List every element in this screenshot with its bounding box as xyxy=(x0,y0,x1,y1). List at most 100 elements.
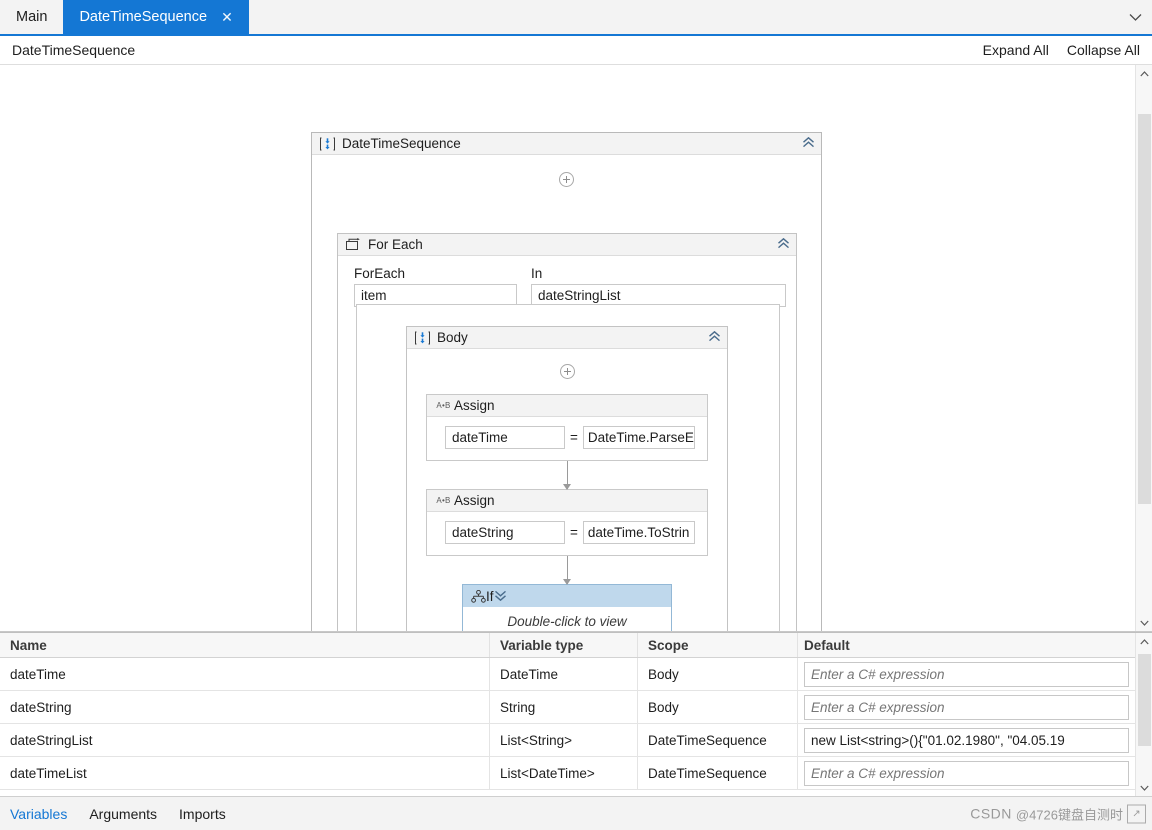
variable-type[interactable]: DateTime xyxy=(490,658,638,690)
scroll-up-icon[interactable] xyxy=(1136,65,1152,82)
scrollbar-thumb[interactable] xyxy=(1137,114,1151,504)
collapse-icon[interactable] xyxy=(802,136,815,151)
variable-default-cell: Enter a C# expression xyxy=(798,757,1135,789)
variables-vertical-scrollbar[interactable] xyxy=(1135,633,1152,796)
add-activity-row xyxy=(312,172,821,187)
foreach-icon xyxy=(346,238,361,251)
variable-default-input[interactable]: Enter a C# expression xyxy=(804,760,1129,786)
activity-title: For Each xyxy=(368,237,423,252)
bottom-panel-tabs: Variables Arguments Imports CSDN @4726键盘… xyxy=(0,796,1152,830)
grid-header-row: Name Variable type Scope Default xyxy=(0,633,1135,658)
variable-default-cell: new List<string>(){"01.02.1980", "04.05.… xyxy=(798,724,1135,756)
add-activity-icon[interactable] xyxy=(559,172,574,187)
variable-default-input[interactable]: Enter a C# expression xyxy=(804,661,1129,687)
scroll-down-icon[interactable] xyxy=(1136,614,1152,631)
if-icon xyxy=(471,589,486,603)
activity-title: Body xyxy=(437,330,468,345)
if-collapsed-hint[interactable]: Double-click to view xyxy=(463,607,671,631)
assign-value-input[interactable]: DateTime.ParseEx xyxy=(582,426,695,449)
column-header-scope[interactable]: Scope xyxy=(638,633,798,657)
assign-to-input[interactable]: dateString xyxy=(445,521,565,544)
activity-header[interactable]: A•B Assign xyxy=(427,395,707,417)
expand-all-button[interactable]: Expand All xyxy=(983,42,1049,58)
collapse-icon[interactable] xyxy=(777,237,790,252)
variable-default-input[interactable]: Enter a C# expression xyxy=(804,694,1129,720)
variable-type[interactable]: String xyxy=(490,691,638,723)
variable-scope[interactable]: Body xyxy=(638,691,798,723)
breadcrumb[interactable]: DateTimeSequence xyxy=(12,42,135,58)
foreach-item-field: ForEach item xyxy=(354,266,517,307)
activity-foreach[interactable]: For Each ForEach item In dateStringList … xyxy=(337,233,797,631)
scrollbar-track[interactable] xyxy=(1136,650,1152,779)
scroll-down-icon[interactable] xyxy=(1136,779,1152,796)
tab-strip: Main DateTimeSequence ✕ xyxy=(0,0,1152,36)
activity-title: Assign xyxy=(454,493,495,508)
foreach-body-container: Body A•B Assign dateTime = DateTime.Pars… xyxy=(356,304,780,631)
table-row[interactable]: dateTime DateTime Body Enter a C# expres… xyxy=(0,658,1135,691)
expand-icon[interactable] xyxy=(494,589,507,604)
activity-title: If xyxy=(486,588,494,604)
variable-name[interactable]: dateTimeList xyxy=(0,757,490,789)
activity-if[interactable]: If Double-click to view xyxy=(462,584,672,631)
variable-default-input[interactable]: new List<string>(){"01.02.1980", "04.05.… xyxy=(804,727,1129,753)
table-row[interactable]: dateString String Body Enter a C# expres… xyxy=(0,691,1135,724)
variable-type[interactable]: List<DateTime> xyxy=(490,757,638,789)
assign-icon: A•B xyxy=(436,496,451,505)
activity-sequence-datetimesequence[interactable]: DateTimeSequence For Each ForEach item I… xyxy=(311,132,822,631)
tab-arguments[interactable]: Arguments xyxy=(89,806,157,822)
activity-title: Assign xyxy=(454,398,495,413)
foreach-fields: ForEach item In dateStringList xyxy=(338,256,796,307)
assign-expression-row: dateTime = DateTime.ParseEx xyxy=(427,417,707,460)
canvas-vertical-scrollbar[interactable] xyxy=(1135,65,1152,631)
scrollbar-thumb[interactable] xyxy=(1137,654,1151,746)
assign-to-input[interactable]: dateTime xyxy=(445,426,565,449)
variable-scope[interactable]: Body xyxy=(638,658,798,690)
sequence-icon xyxy=(415,331,430,345)
column-header-variable-type[interactable]: Variable type xyxy=(490,633,638,657)
collapse-icon[interactable] xyxy=(708,330,721,345)
variable-type[interactable]: List<String> xyxy=(490,724,638,756)
foreach-in-label: In xyxy=(531,266,543,281)
table-row[interactable]: dateStringList List<String> DateTimeSequ… xyxy=(0,724,1135,757)
tab-label: Main xyxy=(16,9,48,25)
activity-header[interactable]: If xyxy=(463,585,671,607)
assign-operator: = xyxy=(570,525,578,540)
close-icon[interactable]: ✕ xyxy=(221,10,233,24)
chevron-down-icon[interactable] xyxy=(1118,0,1152,34)
tab-variables[interactable]: Variables xyxy=(10,806,67,822)
add-activity-row xyxy=(407,364,727,379)
column-header-default[interactable]: Default xyxy=(798,633,1135,657)
activity-assign-datetime[interactable]: A•B Assign dateTime = DateTime.ParseEx xyxy=(426,394,708,461)
tab-imports[interactable]: Imports xyxy=(179,806,226,822)
variable-name[interactable]: dateTime xyxy=(0,658,490,690)
variable-scope[interactable]: DateTimeSequence xyxy=(638,757,798,789)
designer-canvas[interactable]: DateTimeSequence For Each ForEach item I… xyxy=(0,65,1135,631)
watermark-text: @4726键盘自测时 xyxy=(1015,807,1123,822)
collapse-all-button[interactable]: Collapse All xyxy=(1067,42,1140,58)
uipath-studio-designer: Main DateTimeSequence ✕ DateTimeSequence… xyxy=(0,0,1152,830)
watermark-badge-icon: ↗ xyxy=(1127,804,1146,823)
variable-name[interactable]: dateStringList xyxy=(0,724,490,756)
tab-main[interactable]: Main xyxy=(0,0,63,34)
tab-datetimesequence[interactable]: DateTimeSequence ✕ xyxy=(63,0,249,34)
variable-default-cell: Enter a C# expression xyxy=(798,658,1135,690)
command-bar: DateTimeSequence Expand All Collapse All xyxy=(0,36,1152,65)
scrollbar-track[interactable] xyxy=(1136,82,1152,614)
variable-name[interactable]: dateString xyxy=(0,691,490,723)
scroll-up-icon[interactable] xyxy=(1136,633,1152,650)
activity-sequence-body[interactable]: Body A•B Assign dateTime = DateTime.Pars… xyxy=(406,326,728,631)
activity-header[interactable]: A•B Assign xyxy=(427,490,707,512)
csdn-watermark: CSDN @4726键盘自测时 ↗ xyxy=(970,804,1146,823)
column-header-name[interactable]: Name xyxy=(0,633,490,657)
variable-default-cell: Enter a C# expression xyxy=(798,691,1135,723)
variable-scope[interactable]: DateTimeSequence xyxy=(638,724,798,756)
table-row[interactable]: dateTimeList List<DateTime> DateTimeSequ… xyxy=(0,757,1135,790)
assign-operator: = xyxy=(570,430,578,445)
add-activity-icon[interactable] xyxy=(559,364,575,379)
activity-header[interactable]: DateTimeSequence xyxy=(312,133,821,155)
activity-header[interactable]: Body xyxy=(407,327,727,349)
activity-header[interactable]: For Each xyxy=(338,234,796,256)
activity-assign-datestring[interactable]: A•B Assign dateString = dateTime.ToStrin xyxy=(426,489,708,556)
assign-value-input[interactable]: dateTime.ToStrin xyxy=(582,521,695,544)
variables-panel: Name Variable type Scope Default dateTim… xyxy=(0,632,1152,796)
